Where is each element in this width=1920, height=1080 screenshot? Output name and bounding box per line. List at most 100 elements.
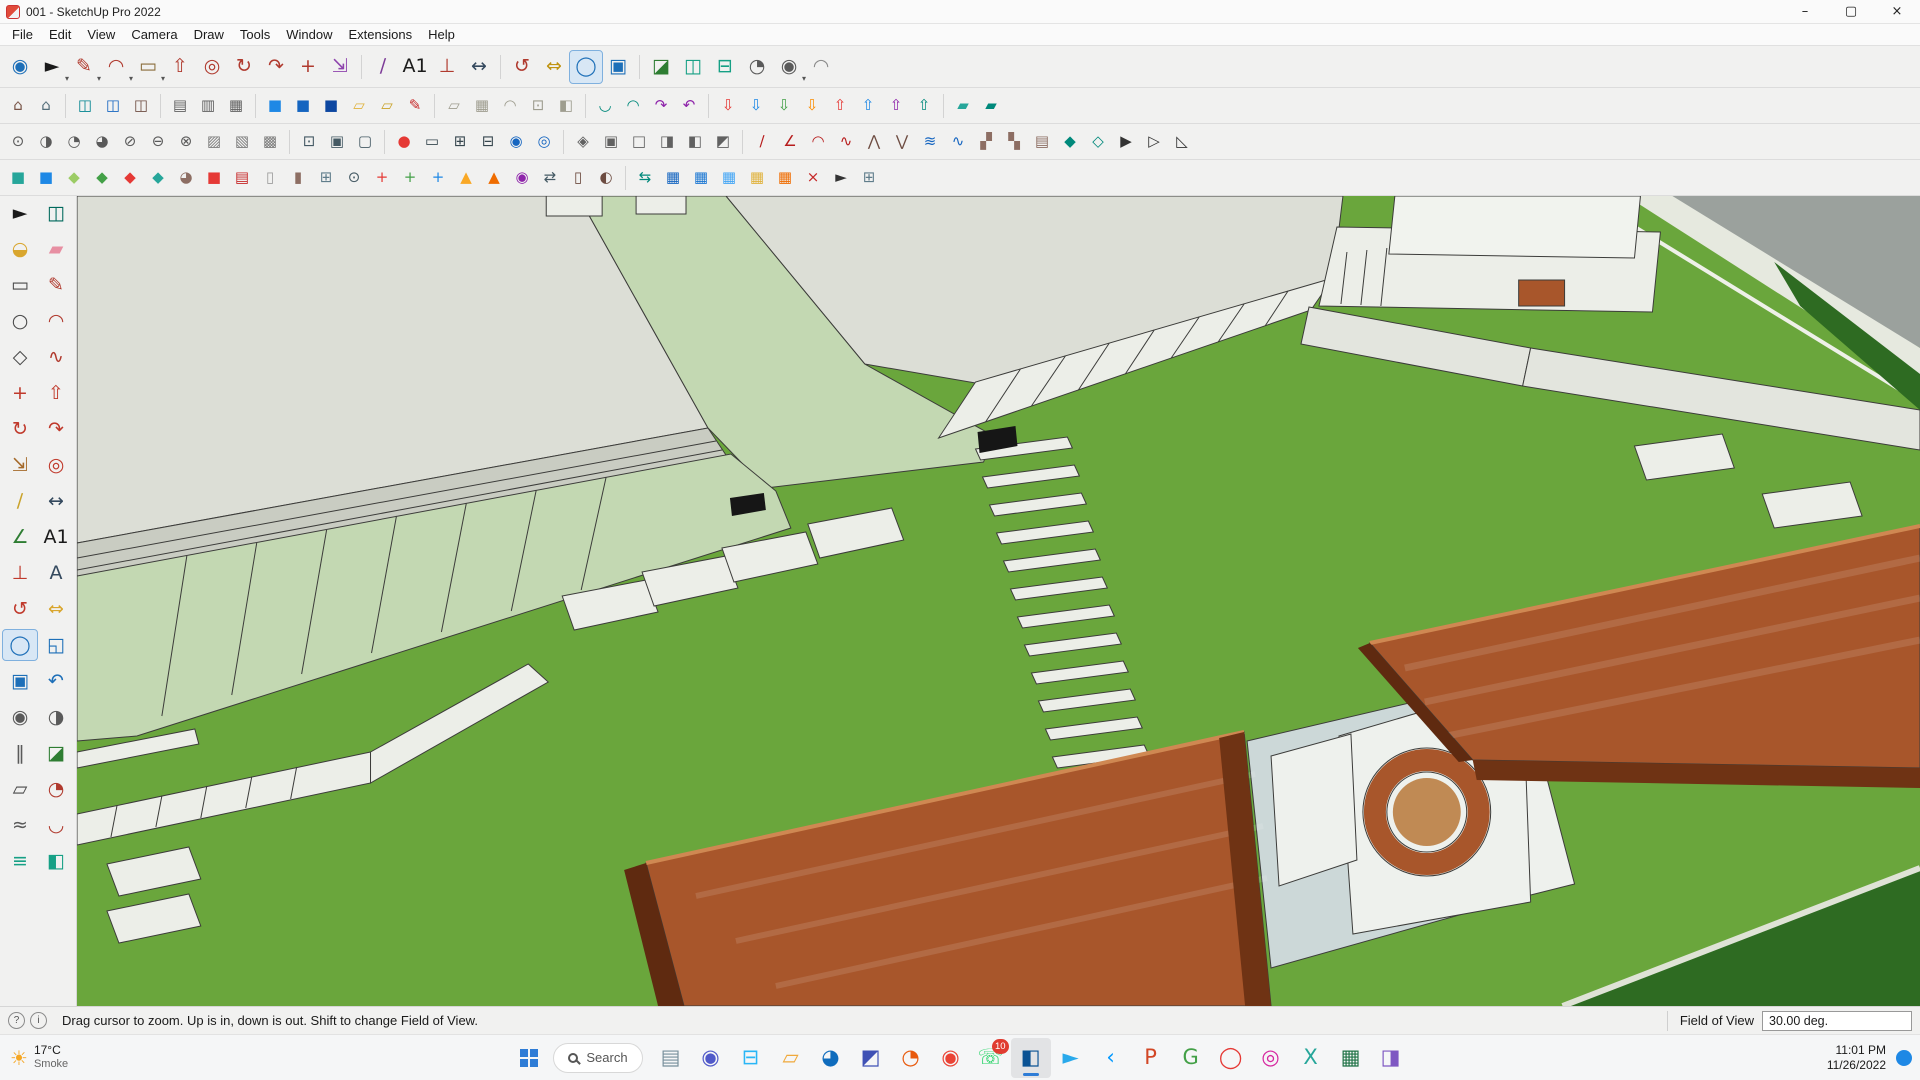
grid-blue-a-icon[interactable]: ▦: [659, 164, 687, 192]
shaded-with-textures-icon[interactable]: ⊙: [4, 128, 32, 156]
push-pull-tool[interactable]: ⇧: [39, 378, 73, 408]
cursor-icon[interactable]: ►: [827, 164, 855, 192]
wedge-icon[interactable]: ◺: [1168, 128, 1196, 156]
toposhaper-icon[interactable]: ▰: [949, 92, 977, 120]
play-icon[interactable]: ▶: [1112, 128, 1140, 156]
zoom-window-tool[interactable]: ◱: [39, 630, 73, 660]
left-view-icon[interactable]: ◩: [709, 128, 737, 156]
pan-tool[interactable]: ⇔: [538, 51, 570, 83]
firefox-browser-icon[interactable]: ◔: [891, 1038, 931, 1078]
layout-grid-icon[interactable]: ⊞: [855, 164, 883, 192]
viewport-3d[interactable]: [77, 196, 1920, 1006]
solid-subtract-icon[interactable]: ■: [289, 92, 317, 120]
rotated-rectangle-tool[interactable]: ▱: [3, 774, 37, 804]
add-red-icon[interactable]: +: [368, 164, 396, 192]
camera-previous-icon[interactable]: ◉: [502, 128, 530, 156]
make-component-icon[interactable]: ◫: [71, 92, 99, 120]
menu-window[interactable]: Window: [278, 27, 340, 42]
bin-icon[interactable]: ▯: [564, 164, 592, 192]
close-button[interactable]: ×: [1874, 0, 1920, 23]
scenes-panel-icon[interactable]: ◆: [60, 164, 88, 192]
section-plane-tool[interactable]: ◪: [39, 738, 73, 768]
wood-sample-icon[interactable]: ▮: [284, 164, 312, 192]
search-extensions-icon[interactable]: ◔: [741, 51, 773, 83]
menu-tools[interactable]: Tools: [232, 27, 278, 42]
wireframe-icon[interactable]: ◕: [88, 128, 116, 156]
drop-vertices-red-icon[interactable]: ⇩: [714, 92, 742, 120]
book-icon[interactable]: ▤: [228, 164, 256, 192]
axes-tool[interactable]: ⊥: [431, 51, 463, 83]
smoove-icon[interactable]: ◠: [496, 92, 524, 120]
top-view-icon[interactable]: ▣: [597, 128, 625, 156]
paint-bucket-tool[interactable]: ◒: [3, 234, 37, 264]
position-camera-tool[interactable]: ◉: [3, 702, 37, 732]
follow-me-tool[interactable]: ↷: [260, 51, 292, 83]
bezier-icon[interactable]: ∿: [832, 128, 860, 156]
waves-icon[interactable]: ≋: [916, 128, 944, 156]
arc-3pt-icon[interactable]: ◠: [804, 128, 832, 156]
teams-app-icon[interactable]: ◉: [691, 1038, 731, 1078]
right-view-icon[interactable]: ◨: [653, 128, 681, 156]
section-cut-toggle[interactable]: ⊟: [709, 51, 741, 83]
look-around-tool[interactable]: ◑: [39, 702, 73, 732]
move-tool[interactable]: +: [3, 378, 37, 408]
section-fill-tool[interactable]: ◧: [39, 846, 73, 876]
scale-tool[interactable]: ⇲: [3, 450, 37, 480]
vscode-icon[interactable]: ‹: [1091, 1038, 1131, 1078]
iso-view-icon[interactable]: ◈: [569, 128, 597, 156]
board-icon[interactable]: ▤: [1028, 128, 1056, 156]
store-app-icon[interactable]: ⊟: [731, 1038, 771, 1078]
cone-icon[interactable]: ▲: [480, 164, 508, 192]
gem-icon[interactable]: ◆: [1056, 128, 1084, 156]
preferences-icon[interactable]: ◆: [144, 164, 172, 192]
contour-icon[interactable]: ∿: [944, 128, 972, 156]
orbit-tool[interactable]: ↺: [506, 51, 538, 83]
offset-tool[interactable]: ◎: [39, 450, 73, 480]
gom-app-icon[interactable]: G: [1171, 1038, 1211, 1078]
hidden-line-icon[interactable]: ◔: [60, 128, 88, 156]
whatsapp-icon[interactable]: ☏ 10: [971, 1038, 1011, 1078]
follow-path-icon[interactable]: ↷: [647, 92, 675, 120]
menu-view[interactable]: View: [79, 27, 123, 42]
offset-tool[interactable]: ◎: [196, 51, 228, 83]
eraser-tool[interactable]: ▰: [39, 234, 73, 264]
monitor-icon[interactable]: ▭: [418, 128, 446, 156]
menu-extensions[interactable]: Extensions: [341, 27, 421, 42]
entity-info-panel-icon[interactable]: ▤: [166, 92, 194, 120]
texture-a-icon[interactable]: ▨: [200, 128, 228, 156]
page-icon[interactable]: ▯: [256, 164, 284, 192]
telegram-icon[interactable]: ►: [1051, 1038, 1091, 1078]
drop-vertices-blue-icon[interactable]: ⇩: [742, 92, 770, 120]
protractor-tool[interactable]: ∠: [3, 522, 37, 552]
tape-measure-tool[interactable]: ∕: [367, 51, 399, 83]
maximize-button[interactable]: ▢: [1828, 0, 1874, 23]
menu-edit[interactable]: Edit: [41, 27, 79, 42]
drape-icon[interactable]: ◧: [552, 92, 580, 120]
fov-input[interactable]: 30.00 deg.: [1762, 1010, 1912, 1031]
styles-panel-icon[interactable]: ▦: [222, 92, 250, 120]
zoom-extents-tool[interactable]: ▣: [3, 666, 37, 696]
marker-icon[interactable]: ✎: [401, 92, 429, 120]
shadows-toggle-icon[interactable]: ▣: [323, 128, 351, 156]
line-2pt-icon[interactable]: ∕: [748, 128, 776, 156]
3-point-arc-tool[interactable]: ◡: [39, 810, 73, 840]
arc-tool[interactable]: ◠ ▾: [100, 51, 133, 83]
edge-split-icon[interactable]: ⋁: [888, 128, 916, 156]
minimize-button[interactable]: –: [1782, 0, 1828, 23]
solid-union-icon[interactable]: ■: [261, 92, 289, 120]
camera-next-icon[interactable]: ◎: [530, 128, 558, 156]
xd-app-icon[interactable]: X: [1291, 1038, 1331, 1078]
instagram-icon[interactable]: ◎: [1251, 1038, 1291, 1078]
grid-blue-c-icon[interactable]: ▦: [715, 164, 743, 192]
walk-tool[interactable]: ‖: [3, 738, 37, 768]
gem-outline-icon[interactable]: ◇: [1084, 128, 1112, 156]
raise-vertices-teal-icon[interactable]: ⇧: [910, 92, 938, 120]
raise-vertices-blue-icon[interactable]: ⇧: [854, 92, 882, 120]
droplet-icon[interactable]: ◉: [508, 164, 536, 192]
component-swap-icon[interactable]: ⇆: [631, 164, 659, 192]
rotate-tool[interactable]: ↻: [228, 51, 260, 83]
search-box[interactable]: Search: [553, 1042, 643, 1073]
notification-center-button[interactable]: [1896, 1049, 1912, 1066]
tape-measure-tool[interactable]: ∕: [3, 486, 37, 516]
zoom-tool[interactable]: ◯: [2, 629, 38, 661]
